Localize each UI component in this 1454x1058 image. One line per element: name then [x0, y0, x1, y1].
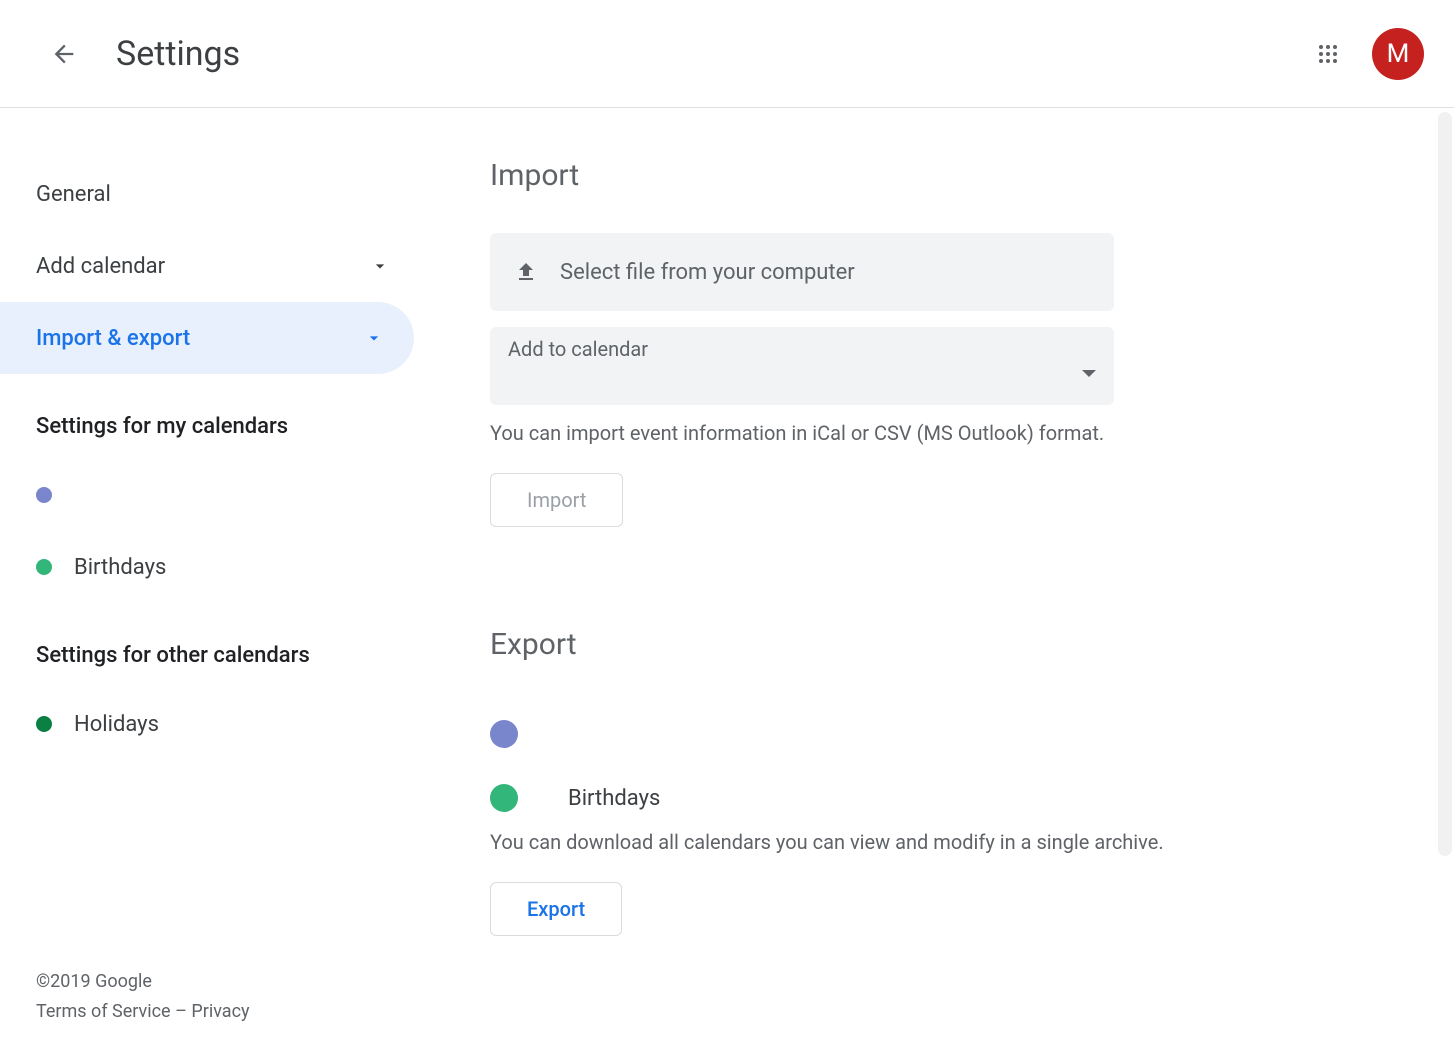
- chevron-down-icon: [370, 256, 390, 276]
- apps-grid-icon: [1316, 42, 1340, 66]
- back-button[interactable]: [40, 30, 88, 78]
- sidebar-item-import-export[interactable]: Import & export: [0, 302, 414, 374]
- sidebar-footer: ©2019 Google Terms of Service – Privacy: [36, 967, 250, 1028]
- calendar-color-dot: [36, 487, 52, 503]
- export-helper-text: You can download all calendars you can v…: [490, 830, 1364, 854]
- footer-sep: –: [171, 1001, 192, 1022]
- sidebar-item-label: General: [36, 182, 111, 207]
- export-calendar-row: Birthdays: [490, 766, 1364, 830]
- sidebar-section-my-calendars: Settings for my calendars: [0, 374, 420, 459]
- avatar[interactable]: M: [1372, 28, 1424, 80]
- page-title: Settings: [116, 34, 240, 74]
- sidebar-calendar-item[interactable]: Birthdays: [0, 531, 420, 603]
- calendar-color-dot: [36, 559, 52, 575]
- sidebar-calendar-item[interactable]: Holidays: [0, 688, 420, 760]
- import-helper-text: You can import event information in iCal…: [490, 421, 1364, 445]
- header-right: M: [1304, 28, 1424, 80]
- sidebar-item-general[interactable]: General: [0, 158, 420, 230]
- sidebar-item-label: Add calendar: [36, 254, 165, 279]
- sidebar-calendar-item[interactable]: [0, 459, 420, 531]
- header: Settings M: [0, 0, 1454, 108]
- body: General Add calendar Import & export Set…: [0, 108, 1454, 1058]
- footer-privacy-link[interactable]: Privacy: [191, 1001, 249, 1022]
- footer-terms-link[interactable]: Terms of Service: [36, 1001, 171, 1022]
- export-button[interactable]: Export: [490, 882, 622, 936]
- select-file-label: Select file from your computer: [560, 260, 855, 285]
- calendar-color-dot: [36, 716, 52, 732]
- calendar-color-dot: [490, 784, 518, 812]
- sidebar-section-other-calendars: Settings for other calendars: [0, 603, 420, 688]
- import-button[interactable]: Import: [490, 473, 623, 527]
- import-heading: Import: [490, 158, 1364, 193]
- footer-copyright: ©2019 Google: [36, 967, 250, 998]
- export-heading: Export: [490, 627, 1364, 662]
- calendar-label: Holidays: [74, 712, 159, 737]
- scrollbar[interactable]: [1438, 112, 1452, 856]
- dropdown-arrow-icon: [1082, 370, 1096, 377]
- apps-button[interactable]: [1304, 30, 1352, 78]
- select-file-button[interactable]: Select file from your computer: [490, 233, 1114, 311]
- sidebar-item-label: Import & export: [36, 326, 190, 351]
- export-calendar-row: [490, 702, 1364, 766]
- sidebar: General Add calendar Import & export Set…: [0, 108, 420, 1058]
- arrow-left-icon: [50, 40, 78, 68]
- calendar-color-dot: [490, 720, 518, 748]
- calendar-label: Birthdays: [74, 555, 166, 580]
- chevron-down-icon: [364, 328, 384, 348]
- dropdown-label: Add to calendar: [508, 337, 648, 361]
- export-calendar-label: Birthdays: [568, 786, 660, 811]
- main-content: Import Select file from your computer Ad…: [420, 108, 1454, 1058]
- sidebar-item-add-calendar[interactable]: Add calendar: [0, 230, 420, 302]
- add-to-calendar-dropdown[interactable]: Add to calendar: [490, 327, 1114, 405]
- upload-icon: [514, 260, 538, 284]
